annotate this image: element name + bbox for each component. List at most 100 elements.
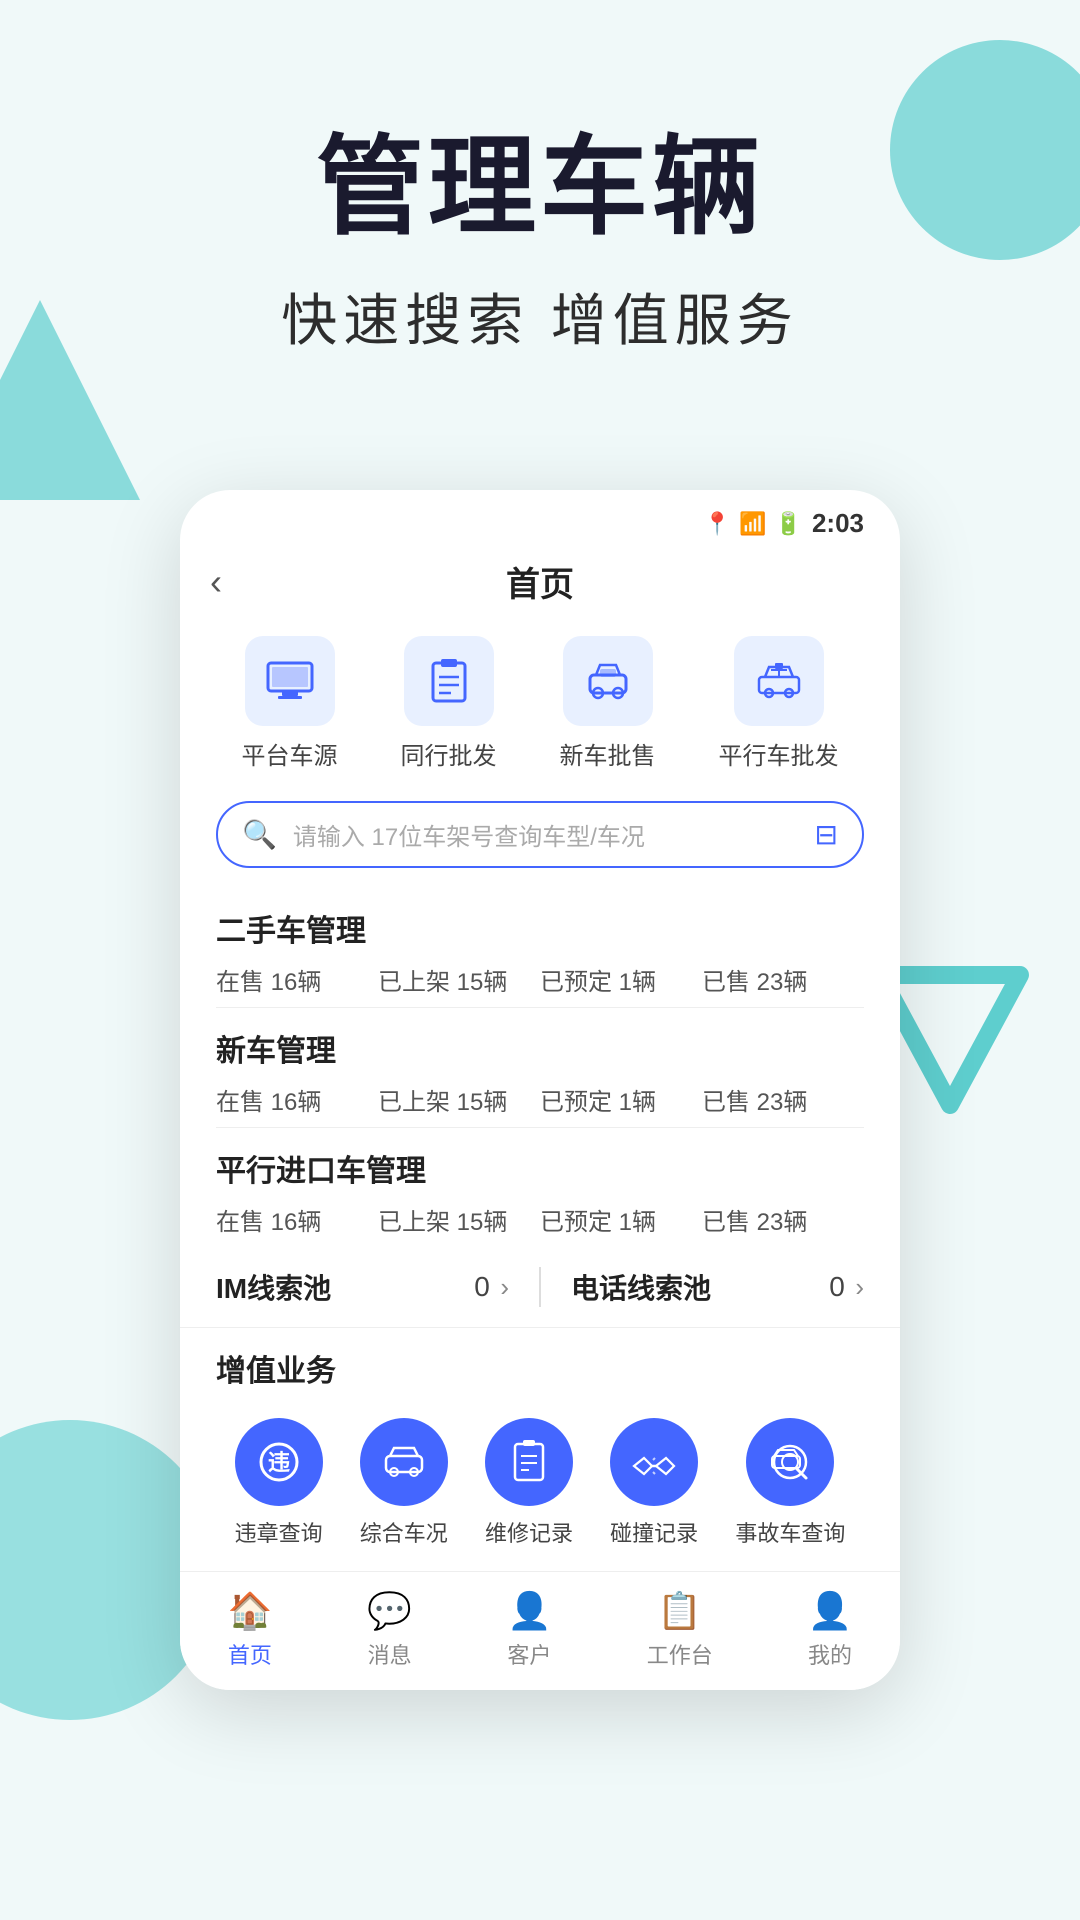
value-added-title: 增值业务 — [216, 1346, 864, 1390]
value-item-accident[interactable]: 事故车查询 — [735, 1418, 845, 1548]
new-car-title: 新车管理 — [216, 1026, 864, 1070]
value-item-carstatus[interactable]: 综合车况 — [360, 1418, 448, 1548]
value-item-repair[interactable]: 维修记录 — [485, 1418, 573, 1548]
home-icon: 🏠 — [227, 1590, 272, 1632]
customer-icon: 👤 — [507, 1590, 552, 1632]
profile-label: 我的 — [808, 1638, 852, 1670]
im-leads-item[interactable]: IM线索池 0 › — [216, 1267, 509, 1307]
phone-mockup: 📍 📶 🔋 2:03 ‹ 首页 平台车源 — [180, 490, 900, 1690]
bottom-nav-workbench[interactable]: 📋 工作台 — [647, 1590, 713, 1670]
import-car-stat-3[interactable]: 已售 23辆 — [702, 1202, 864, 1237]
import-car-section: 平行进口车管理 在售 16辆 已上架 15辆 已预定 1辆 已售 23辆 — [180, 1146, 900, 1237]
used-car-divider — [216, 1007, 864, 1008]
battery-icon: 🔋 — [775, 511, 802, 537]
used-car-section: 二手车管理 在售 16辆 已上架 15辆 已预定 1辆 已售 23辆 — [180, 906, 900, 1008]
quick-item-newcar[interactable]: 新车批售 — [560, 636, 656, 771]
quick-label-wholesale: 同行批发 — [401, 736, 497, 771]
nav-bar: ‹ 首页 — [180, 547, 900, 626]
value-label-accident: 事故车查询 — [735, 1516, 845, 1548]
new-car-stat-0[interactable]: 在售 16辆 — [216, 1082, 378, 1117]
home-label: 首页 — [228, 1638, 272, 1670]
repair-icon — [505, 1438, 553, 1486]
import-car-stat-2[interactable]: 已预定 1辆 — [540, 1202, 702, 1237]
value-label-violation: 违章查询 — [235, 1516, 323, 1548]
value-label-repair: 维修记录 — [485, 1516, 573, 1548]
page-title: 首页 — [506, 557, 574, 606]
used-car-stat-0[interactable]: 在售 16辆 — [216, 962, 378, 997]
bottom-nav: 🏠 首页 💬 消息 👤 客户 📋 工作台 👤 我的 — [180, 1571, 900, 1690]
quick-item-parallel[interactable]: 平行车批发 — [719, 636, 839, 771]
new-car-stat-3[interactable]: 已售 23辆 — [702, 1082, 864, 1117]
value-item-violation[interactable]: 违 违章查询 — [235, 1418, 323, 1548]
violation-icon: 违 — [255, 1438, 303, 1486]
used-car-stat-2[interactable]: 已预定 1辆 — [540, 962, 702, 997]
leads-row: IM线索池 0 › 电话线索池 0 › — [180, 1247, 900, 1328]
bottom-nav-message[interactable]: 💬 消息 — [367, 1590, 412, 1670]
quick-label-parallel: 平行车批发 — [719, 736, 839, 771]
import-car-stats: 在售 16辆 已上架 15辆 已预定 1辆 已售 23辆 — [216, 1202, 864, 1237]
phone-leads-arrow: › — [855, 1272, 864, 1302]
quick-label-platform: 平台车源 — [242, 736, 338, 771]
import-car-stat-0[interactable]: 在售 16辆 — [216, 1202, 378, 1237]
collision-icon — [630, 1438, 678, 1486]
phone-leads-value: 0 — [829, 1271, 845, 1302]
bottom-nav-profile[interactable]: 👤 我的 — [808, 1590, 853, 1670]
value-label-collision: 碰撞记录 — [610, 1516, 698, 1548]
import-car-title: 平行进口车管理 — [216, 1146, 864, 1190]
new-car-stats: 在售 16辆 已上架 15辆 已预定 1辆 已售 23辆 — [216, 1082, 864, 1117]
search-icon: 🔍 — [242, 818, 277, 851]
new-car-stat-2[interactable]: 已预定 1辆 — [540, 1082, 702, 1117]
bottom-nav-customer[interactable]: 👤 客户 — [507, 1590, 552, 1670]
scan-icon[interactable]: ⊟ — [815, 818, 838, 851]
quick-item-wholesale[interactable]: 同行批发 — [401, 636, 497, 771]
svg-text:违: 违 — [268, 1450, 290, 1475]
used-car-stats: 在售 16辆 已上架 15辆 已预定 1辆 已售 23辆 — [216, 962, 864, 997]
im-leads-arrow: › — [500, 1272, 509, 1302]
leads-divider — [539, 1267, 541, 1307]
im-leads-label: IM线索池 — [216, 1267, 331, 1307]
value-item-collision[interactable]: 碰撞记录 — [610, 1418, 698, 1548]
value-icons-row: 违 违章查询 综合车况 — [216, 1402, 864, 1568]
used-car-stat-1[interactable]: 已上架 15辆 — [378, 962, 540, 997]
workbench-label: 工作台 — [647, 1638, 713, 1670]
newcar-icon-box — [563, 636, 653, 726]
search-bar[interactable]: 🔍 请输入 17位车架号查询车型/车况 ⊟ — [216, 801, 864, 868]
phone-leads-item[interactable]: 电话线索池 0 › — [571, 1267, 864, 1307]
carstatus-icon-circle — [360, 1418, 448, 1506]
hero-subtitle: 快速搜索 增值服务 — [0, 276, 1080, 357]
back-button[interactable]: ‹ — [210, 561, 222, 603]
new-car-section: 新车管理 在售 16辆 已上架 15辆 已预定 1辆 已售 23辆 — [180, 1026, 900, 1128]
used-car-title: 二手车管理 — [216, 906, 864, 950]
message-label: 消息 — [368, 1638, 412, 1670]
bottom-nav-home[interactable]: 🏠 首页 — [227, 1590, 272, 1670]
car-gift-icon — [753, 655, 805, 707]
accident-icon — [766, 1438, 814, 1486]
phone-leads-label: 电话线索池 — [571, 1267, 711, 1307]
search-placeholder-text: 请输入 17位车架号查询车型/车况 — [293, 817, 799, 852]
location-icon: 📍 — [704, 511, 731, 537]
search-bar-wrap: 🔍 请输入 17位车架号查询车型/车况 ⊟ — [180, 791, 900, 888]
im-leads-value: 0 — [474, 1271, 490, 1302]
car-status-icon — [380, 1438, 428, 1486]
collision-icon-circle — [610, 1418, 698, 1506]
value-label-carstatus: 综合车况 — [360, 1516, 448, 1548]
value-added-section: 增值业务 违 违章查询 — [180, 1346, 900, 1568]
status-bar: 📍 📶 🔋 2:03 — [180, 490, 900, 547]
quick-label-newcar: 新车批售 — [560, 736, 656, 771]
quick-menu: 平台车源 同行批发 — [180, 626, 900, 791]
new-car-divider — [216, 1127, 864, 1128]
workbench-icon: 📋 — [657, 1590, 702, 1632]
new-car-stat-1[interactable]: 已上架 15辆 — [378, 1082, 540, 1117]
signal-icon: 📶 — [739, 511, 766, 537]
used-car-stat-3[interactable]: 已售 23辆 — [702, 962, 864, 997]
hero-section: 管理车辆 快速搜索 增值服务 — [0, 100, 1080, 357]
message-icon: 💬 — [367, 1590, 412, 1632]
import-car-stat-1[interactable]: 已上架 15辆 — [378, 1202, 540, 1237]
repair-icon-circle — [485, 1418, 573, 1506]
parallel-icon-box — [734, 636, 824, 726]
customer-label: 客户 — [507, 1638, 551, 1670]
clipboard-icon — [423, 655, 475, 707]
profile-icon: 👤 — [808, 1590, 853, 1632]
wholesale-icon-box — [404, 636, 494, 726]
quick-item-platform[interactable]: 平台车源 — [242, 636, 338, 771]
